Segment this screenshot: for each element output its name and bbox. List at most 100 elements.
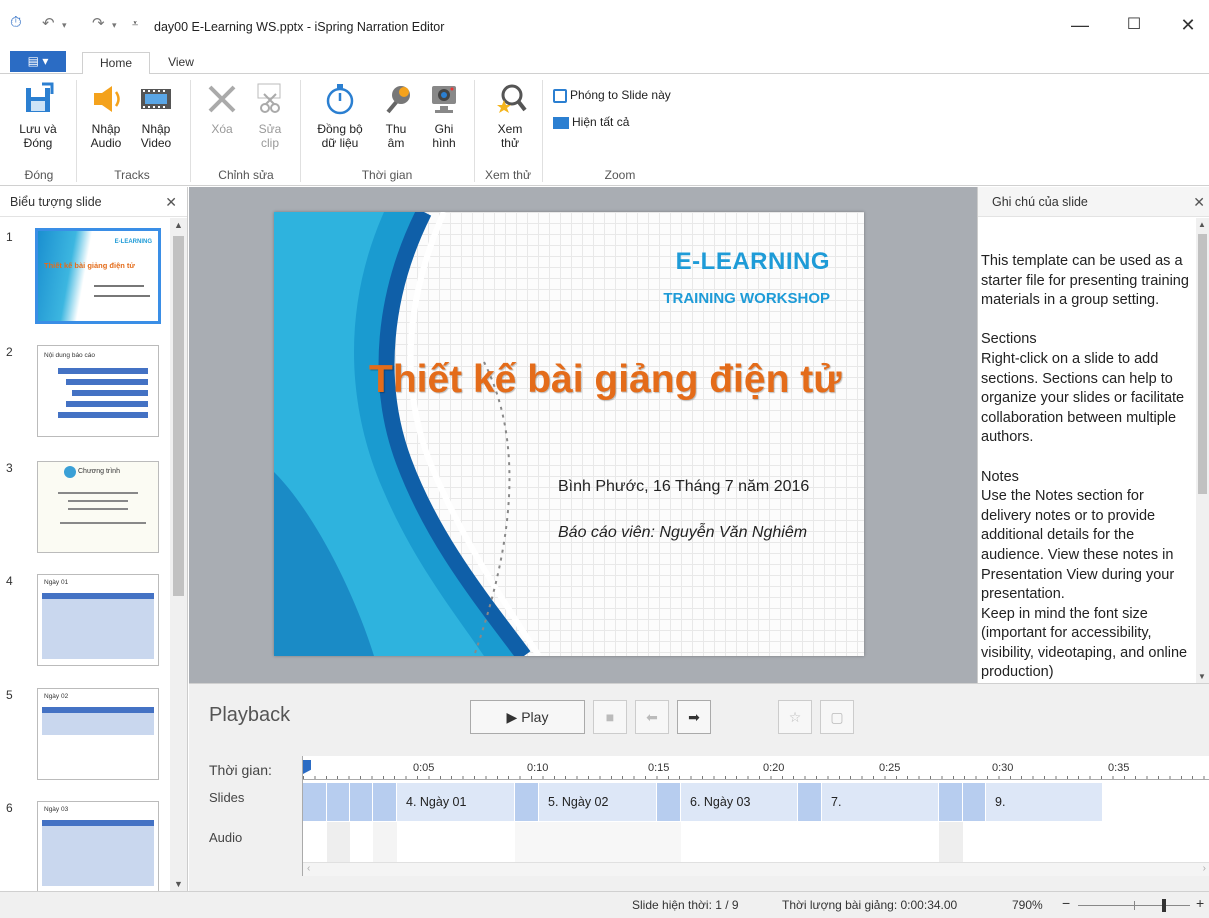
close-notes-icon[interactable]: ✕: [1193, 187, 1205, 217]
redo-icon[interactable]: ↷: [92, 14, 105, 32]
show-all-button[interactable]: Hiện tất cả: [553, 113, 629, 131]
delete-button[interactable]: Xóa: [202, 82, 242, 136]
slide-segment[interactable]: [798, 783, 822, 821]
slide-wave-graphic: [274, 212, 542, 656]
thumbnails-panel-header: Biểu tượng slide ✕: [0, 187, 187, 217]
timeline[interactable]: 0:05 0:10 0:15 0:20 0:25 0:30 0:35 4. Ng…: [302, 756, 1209, 876]
slide-segment[interactable]: 6. Ngày 03: [681, 783, 798, 821]
minimize-button[interactable]: —: [1060, 10, 1100, 40]
audio-gap: [327, 822, 350, 862]
previous-button[interactable]: ⬅: [635, 700, 669, 734]
slide-segment[interactable]: 9.: [986, 783, 1103, 821]
scroll-up-icon[interactable]: ▲: [1198, 220, 1206, 229]
microphone-icon: [378, 82, 414, 116]
slide-header-elearning: E-LEARNING: [675, 248, 830, 275]
scroll-down-icon[interactable]: ▼: [1198, 672, 1206, 681]
save-close-button[interactable]: Lưu và Đóng: [16, 82, 60, 150]
undo-dropdown-icon[interactable]: ▾: [62, 20, 67, 31]
slide-segment[interactable]: 4. Ngày 01: [397, 783, 515, 821]
thumbnail-item[interactable]: 1 E-LEARNING Thiết kế bài giảng điện tử: [0, 228, 170, 330]
notes-scrollbar[interactable]: ▲ ▼: [1196, 218, 1209, 683]
tab-view[interactable]: View: [158, 52, 204, 75]
slide-segment[interactable]: [657, 783, 681, 821]
thumbnail-table: [42, 593, 154, 659]
current-slide-status: Slide hiện thời: 1 / 9: [632, 898, 739, 912]
maximize-button[interactable]: ☐: [1114, 10, 1154, 40]
time-ruler[interactable]: 0:05 0:10 0:15 0:20 0:25 0:30 0:35: [303, 756, 1209, 780]
scroll-thumb[interactable]: [1198, 234, 1207, 494]
next-button[interactable]: ➡: [677, 700, 711, 734]
thumbnail-item[interactable]: 2 Nội dung báo cáo: [0, 345, 170, 445]
customize-toolbar-icon[interactable]: ⩡: [132, 18, 138, 31]
redo-dropdown-icon[interactable]: ▾: [112, 20, 117, 31]
import-video-button[interactable]: Nhập Video: [134, 82, 178, 150]
slide-segment[interactable]: [327, 783, 350, 821]
slide-segment[interactable]: [303, 783, 327, 821]
undo-icon[interactable]: ↶: [42, 14, 55, 32]
thumbnail-line: [58, 492, 138, 494]
slide-date: Bình Phước, 16 Tháng 7 năm 2016: [558, 478, 810, 495]
playhead-marker[interactable]: [303, 760, 311, 774]
notes-text[interactable]: This template can be used as a starter f…: [981, 252, 1191, 683]
delete-icon: [204, 82, 240, 116]
thumbnail-item[interactable]: 4 Ngày 01: [0, 574, 170, 674]
slide-segment[interactable]: [963, 783, 986, 821]
edit-clip-button[interactable]: Sửa clip: [250, 82, 290, 150]
tick-label: 0:25: [879, 762, 901, 774]
zoom-slide-label: Phóng to Slide này: [570, 88, 671, 102]
thumbnails-scrollbar[interactable]: ▲ ▼: [170, 218, 187, 891]
notes-viewport: This template can be used as a starter f…: [978, 218, 1196, 683]
scroll-left-icon[interactable]: ‹: [307, 863, 310, 874]
slide-segment[interactable]: [939, 783, 963, 821]
sync-button[interactable]: Đồng bộ dữ liệu: [310, 82, 370, 150]
zoom-slide-button[interactable]: Phóng to Slide này: [553, 86, 671, 104]
group-separator: [76, 80, 77, 182]
tab-home[interactable]: Home: [82, 52, 150, 75]
ribbon-tabs: ▤ ▾ Home View: [0, 48, 1209, 75]
zoom-in-button[interactable]: +: [1196, 895, 1204, 911]
group-label-close: Đóng: [24, 168, 54, 182]
marker-button[interactable]: ▢: [820, 700, 854, 734]
tick-label: 0:05: [413, 762, 435, 774]
play-button[interactable]: ▶ Play: [470, 700, 585, 734]
thumbnail-item[interactable]: 5 Ngày 02: [0, 688, 170, 788]
slide-segment[interactable]: 7.: [822, 783, 939, 821]
close-button[interactable]: ✕: [1168, 10, 1208, 40]
scroll-thumb[interactable]: [173, 236, 184, 596]
file-menu-button[interactable]: ▤ ▾: [10, 51, 66, 72]
slide-preview[interactable]: E-LEARNING TRAINING WORKSHOP Thiết kế bà…: [274, 212, 864, 656]
zoom-out-button[interactable]: −: [1062, 895, 1070, 911]
slide-segment[interactable]: [350, 783, 373, 821]
scroll-up-icon[interactable]: ▲: [174, 220, 183, 230]
thumbnail-bullet-icon: [64, 466, 76, 478]
time-label: Thời gian:: [209, 762, 272, 778]
import-audio-button[interactable]: Nhập Audio: [84, 82, 128, 150]
thumbnail-image: Ngày 02: [37, 688, 159, 780]
slide-segment[interactable]: [515, 783, 539, 821]
preview-button[interactable]: Xem thử: [490, 82, 530, 150]
slide-segment[interactable]: 5. Ngày 02: [539, 783, 657, 821]
tick-label: 0:15: [648, 762, 670, 774]
import-video-label: Nhập Video: [140, 122, 172, 150]
tick-label: 0:35: [1108, 762, 1130, 774]
timeline-hscrollbar[interactable]: ‹ ›: [303, 862, 1209, 876]
zoom-slider[interactable]: [1078, 899, 1190, 912]
slides-track-label: Slides: [209, 790, 245, 805]
stop-button[interactable]: ■: [593, 700, 627, 734]
close-thumbnails-icon[interactable]: ✕: [165, 187, 177, 217]
scroll-down-icon[interactable]: ▼: [174, 879, 183, 889]
record-video-button[interactable]: Ghi hình: [424, 82, 464, 150]
bookmark-button[interactable]: ☆: [778, 700, 812, 734]
thumbnail-item[interactable]: 6 Ngày 03: [0, 801, 170, 891]
thumbnail-item[interactable]: 3 Chương trình: [0, 461, 170, 561]
delete-label: Xóa: [211, 122, 233, 136]
thumbnail-title: Ngày 03: [44, 806, 69, 813]
slide-segment[interactable]: [373, 783, 397, 821]
record-audio-button[interactable]: Thu âm: [378, 82, 414, 150]
audio-track[interactable]: [303, 822, 1209, 862]
record-video-label: Ghi hình: [432, 122, 456, 150]
scroll-right-icon[interactable]: ›: [1203, 863, 1206, 874]
sync-label: Đồng bộ dữ liệu: [317, 122, 363, 150]
group-separator: [300, 80, 301, 182]
zoom-slider-thumb[interactable]: [1162, 899, 1166, 912]
